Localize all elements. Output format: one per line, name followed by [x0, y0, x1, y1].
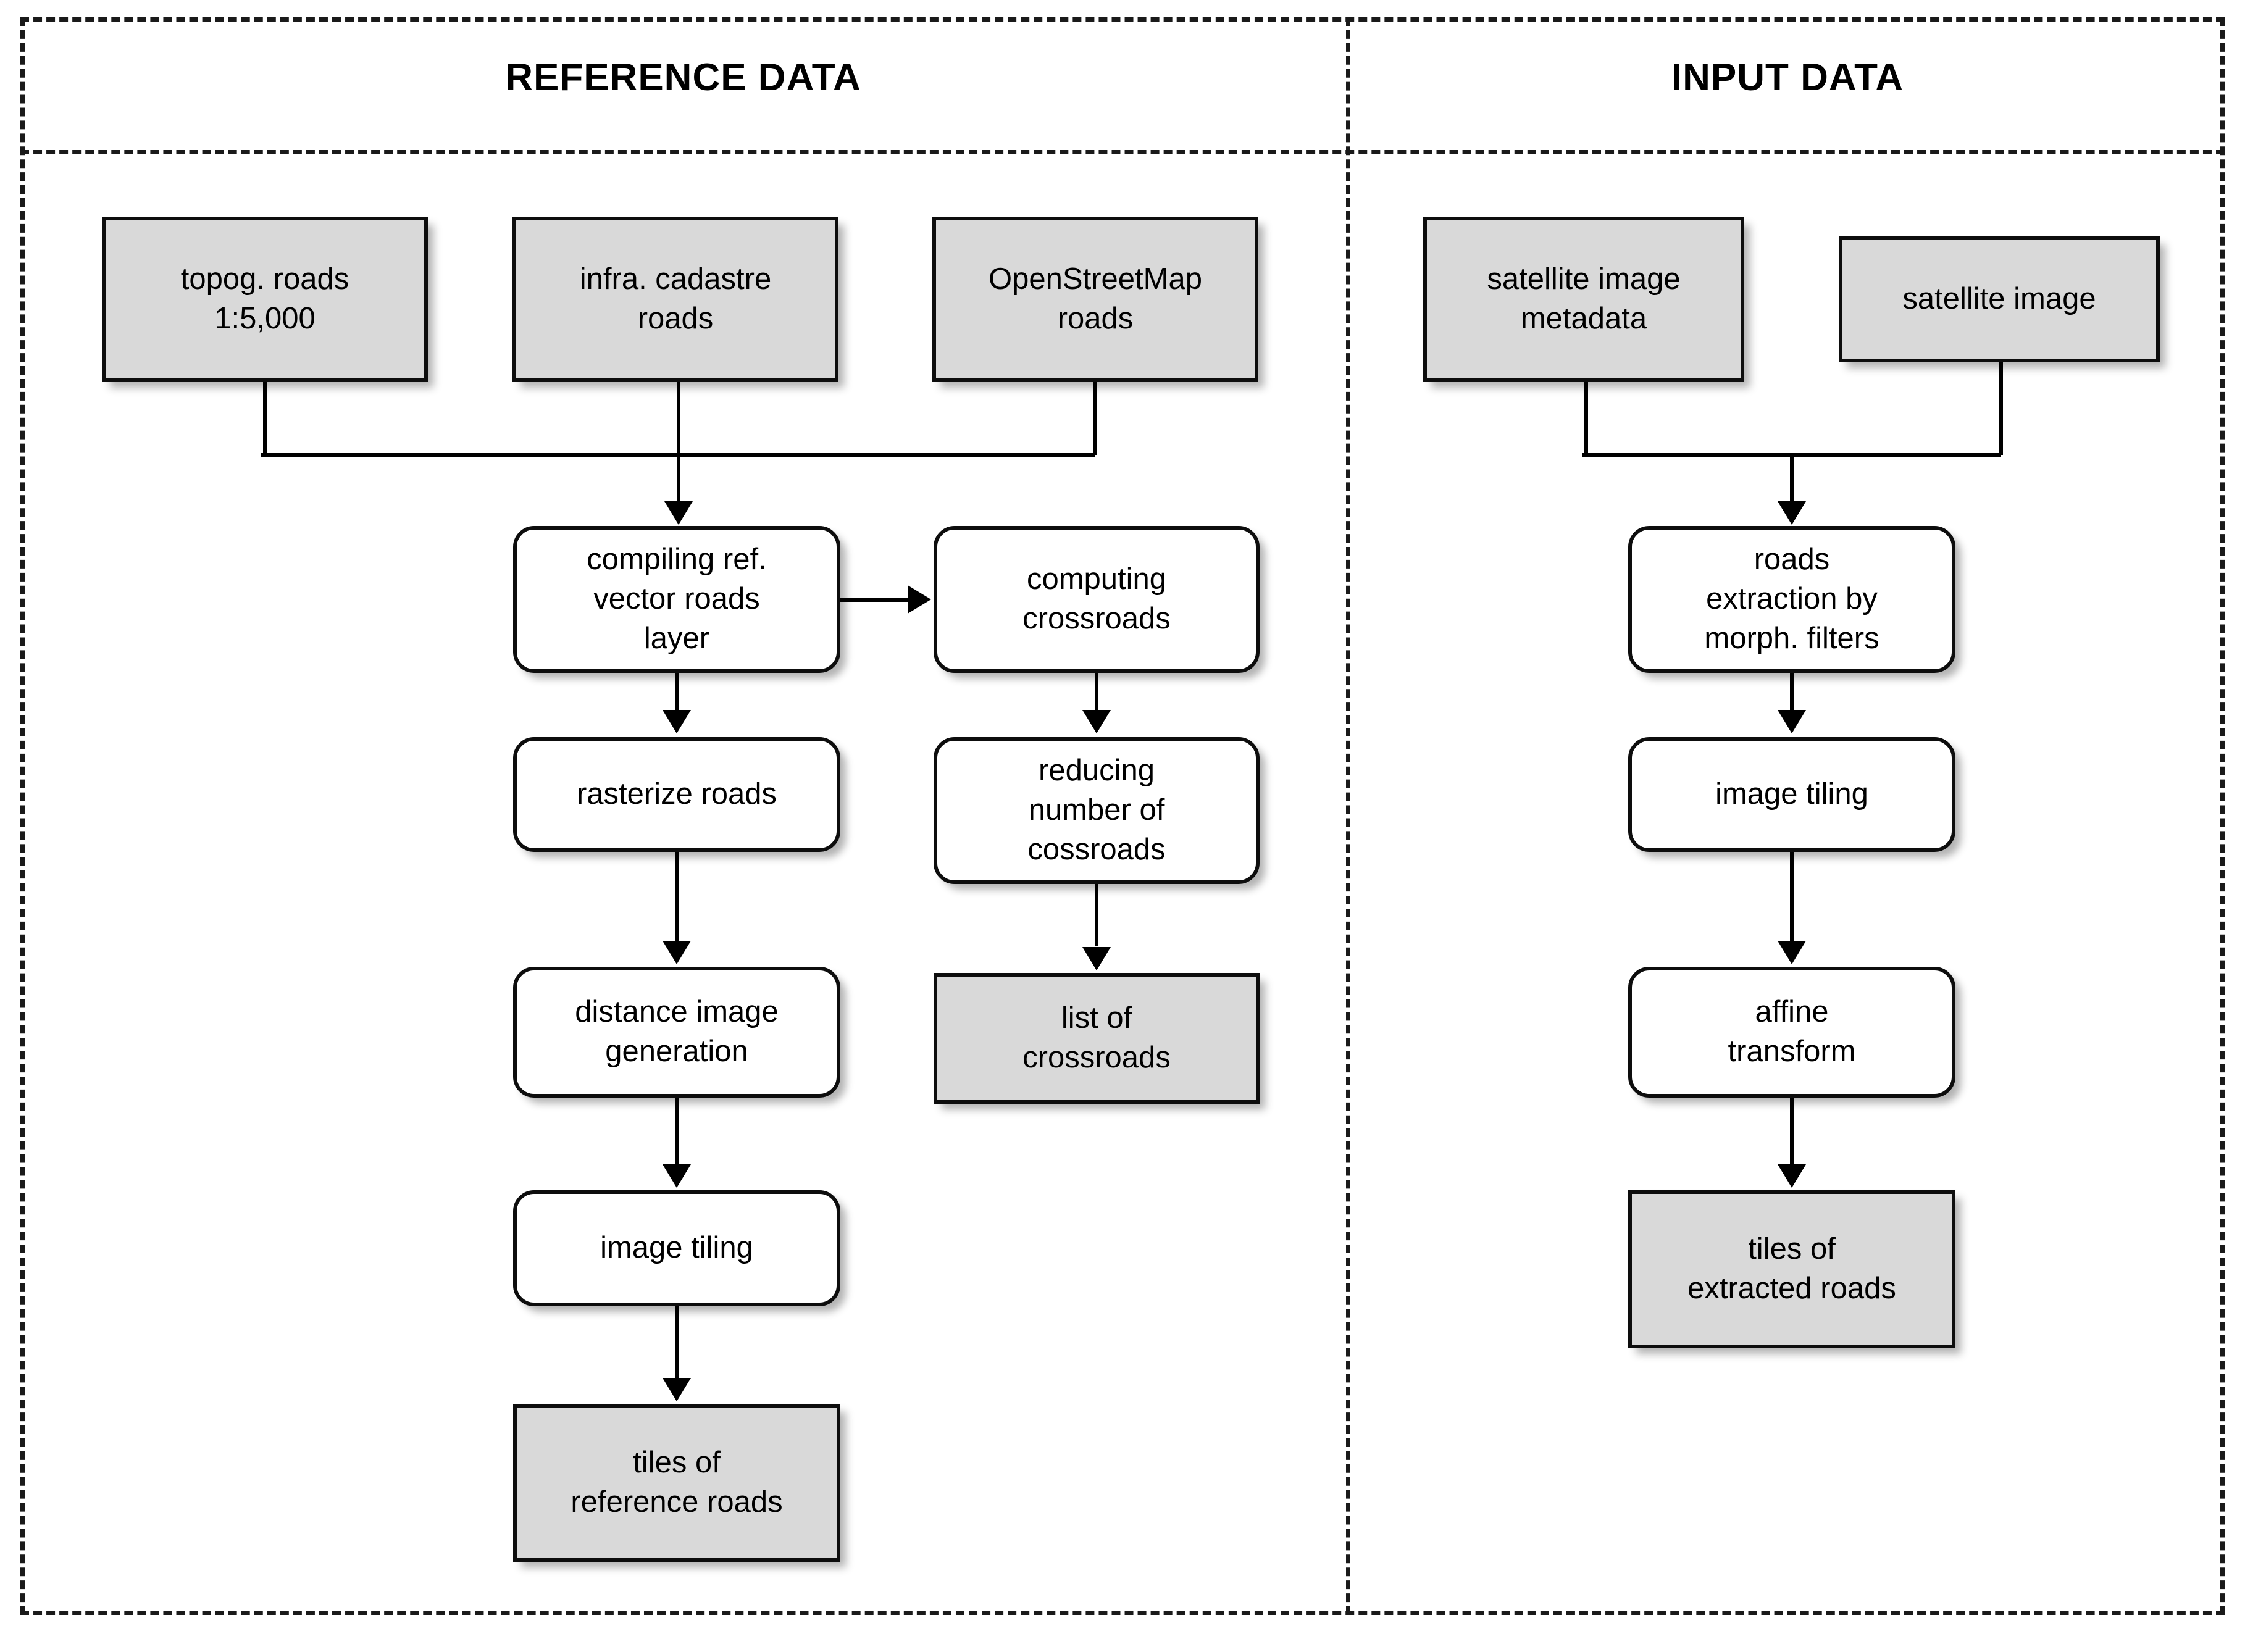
- node-topog-roads-line1: topog. roads: [180, 262, 349, 296]
- edge-roads-extraction-to-image-tiling: [1790, 673, 1794, 712]
- arrowhead-to-list-of-crossroads: [1082, 947, 1111, 970]
- node-tiles-reference-line2: reference roads: [571, 1485, 783, 1519]
- node-distance-image-generation: distance image generation: [513, 967, 840, 1098]
- edge-topog-to-merge-vertical: [263, 382, 267, 455]
- node-sat-metadata-line2: metadata: [1520, 302, 1647, 335]
- edge-right-merge-to-roads-extraction: [1790, 453, 1794, 506]
- node-computing-cross-line1: computing: [1026, 562, 1167, 596]
- arrowhead-to-tiles-extracted: [1778, 1164, 1806, 1188]
- arrowhead-to-tiles-reference: [663, 1378, 691, 1401]
- node-sat-metadata-line1: satellite image: [1487, 262, 1681, 296]
- node-reducing-cross-line2: number of: [1028, 793, 1165, 827]
- edge-openstreetmap-to-merge-vertical: [1093, 382, 1097, 455]
- node-roads-extraction-line3: morph. filters: [1704, 621, 1879, 655]
- node-list-of-crossroads-line2: crossroads: [1022, 1041, 1171, 1074]
- node-rasterize-roads-line1: rasterize roads: [576, 777, 777, 811]
- node-openstreetmap-roads: OpenStreetMap roads: [932, 217, 1258, 382]
- node-distance-image-line1: distance image: [575, 995, 779, 1029]
- arrowhead-to-distance-image: [663, 941, 691, 964]
- flowchart-canvas: REFERENCE DATA INPUT DATA topog. roads 1…: [0, 0, 2245, 1652]
- node-satellite-image: satellite image: [1839, 236, 2160, 362]
- node-image-tiling-right-line1: image tiling: [1715, 777, 1868, 811]
- edge-infra-to-compiling-vertical: [677, 382, 680, 506]
- node-infra-cadastre-roads: infra. cadastre roads: [512, 217, 838, 382]
- node-image-tiling-left-line1: image tiling: [600, 1231, 753, 1265]
- node-affine-transform-line1: affine: [1755, 995, 1829, 1029]
- node-reducing-cross-line1: reducing: [1039, 754, 1155, 788]
- node-tiles-reference-line1: tiles of: [633, 1446, 721, 1480]
- arrowhead-to-computing-crossroads: [908, 585, 931, 614]
- node-image-tiling-input: image tiling: [1628, 737, 1955, 852]
- edge-computing-to-reducing: [1095, 673, 1098, 712]
- edge-affine-to-tiles-extracted: [1790, 1098, 1794, 1167]
- diagram-header-divider: [20, 150, 2225, 154]
- node-infra-cadastre-line2: roads: [637, 302, 714, 335]
- node-compiling-ref-line1: compiling ref.: [587, 543, 767, 577]
- arrowhead-to-compiling-ref: [664, 501, 693, 525]
- node-compiling-ref-line2: vector roads: [593, 582, 760, 616]
- node-reducing-number-of-crossroads: reducing number of cossroads: [934, 737, 1260, 884]
- edge-image-tiling-to-affine: [1790, 852, 1794, 943]
- node-distance-image-line2: generation: [605, 1035, 748, 1068]
- node-list-of-crossroads-line1: list of: [1061, 1001, 1132, 1035]
- node-list-of-crossroads: list of crossroads: [934, 973, 1260, 1104]
- edge-compiling-to-rasterize: [675, 673, 679, 712]
- node-image-tiling-reference: image tiling: [513, 1190, 840, 1306]
- node-tiles-extracted-line2: extracted roads: [1687, 1272, 1896, 1305]
- arrowhead-to-image-tiling-right: [1778, 710, 1806, 733]
- node-compiling-ref-line3: layer: [643, 621, 710, 655]
- diagram-panel-divider: [1346, 17, 1350, 1615]
- edge-image-tiling-to-tiles-ref: [675, 1306, 679, 1380]
- edge-sat-metadata-to-merge-vertical: [1584, 382, 1588, 455]
- panel-title-reference-data: REFERENCE DATA: [505, 56, 861, 99]
- node-computing-cross-line2: crossroads: [1022, 602, 1171, 635]
- arrowhead-to-roads-extraction: [1778, 501, 1806, 525]
- node-roads-extraction-line2: extraction by: [1706, 582, 1878, 616]
- edge-distance-to-image-tiling: [675, 1098, 679, 1167]
- node-tiles-of-extracted-roads: tiles of extracted roads: [1628, 1190, 1955, 1348]
- node-reducing-cross-line3: cossroads: [1027, 832, 1166, 866]
- arrowhead-to-image-tiling-left: [663, 1164, 691, 1188]
- panel-title-input-data: INPUT DATA: [1671, 56, 1904, 99]
- node-tiles-extracted-line1: tiles of: [1748, 1232, 1836, 1266]
- node-topog-roads: topog. roads 1:5,000: [102, 217, 428, 382]
- node-roads-extraction-by-morph-filters: roads extraction by morph. filters: [1628, 526, 1955, 673]
- arrowhead-to-reducing-crossroads: [1082, 710, 1111, 733]
- edge-rasterize-to-distance: [675, 852, 679, 943]
- node-rasterize-roads: rasterize roads: [513, 737, 840, 852]
- node-infra-cadastre-line1: infra. cadastre: [579, 262, 772, 296]
- node-openstreetmap-line2: roads: [1057, 302, 1134, 335]
- arrowhead-to-rasterize-roads: [663, 710, 691, 733]
- node-satellite-image-metadata: satellite image metadata: [1423, 217, 1744, 382]
- arrowhead-to-affine-transform: [1778, 941, 1806, 964]
- node-sat-image-line1: satellite image: [1902, 282, 2096, 316]
- node-openstreetmap-line1: OpenStreetMap: [989, 262, 1202, 296]
- node-computing-crossroads: computing crossroads: [934, 526, 1260, 673]
- node-tiles-of-reference-roads: tiles of reference roads: [513, 1404, 840, 1562]
- node-roads-extraction-line1: roads: [1754, 543, 1830, 577]
- edge-sat-image-to-merge-vertical: [1999, 362, 2003, 455]
- edge-reducing-to-list: [1095, 884, 1098, 946]
- node-affine-transform-line2: transform: [1728, 1035, 1856, 1068]
- edge-compiling-to-computing-crossroads: [840, 598, 909, 602]
- node-affine-transform: affine transform: [1628, 967, 1955, 1098]
- node-topog-roads-line2: 1:5,000: [214, 302, 316, 335]
- node-compiling-ref-vector-roads-layer: compiling ref. vector roads layer: [513, 526, 840, 673]
